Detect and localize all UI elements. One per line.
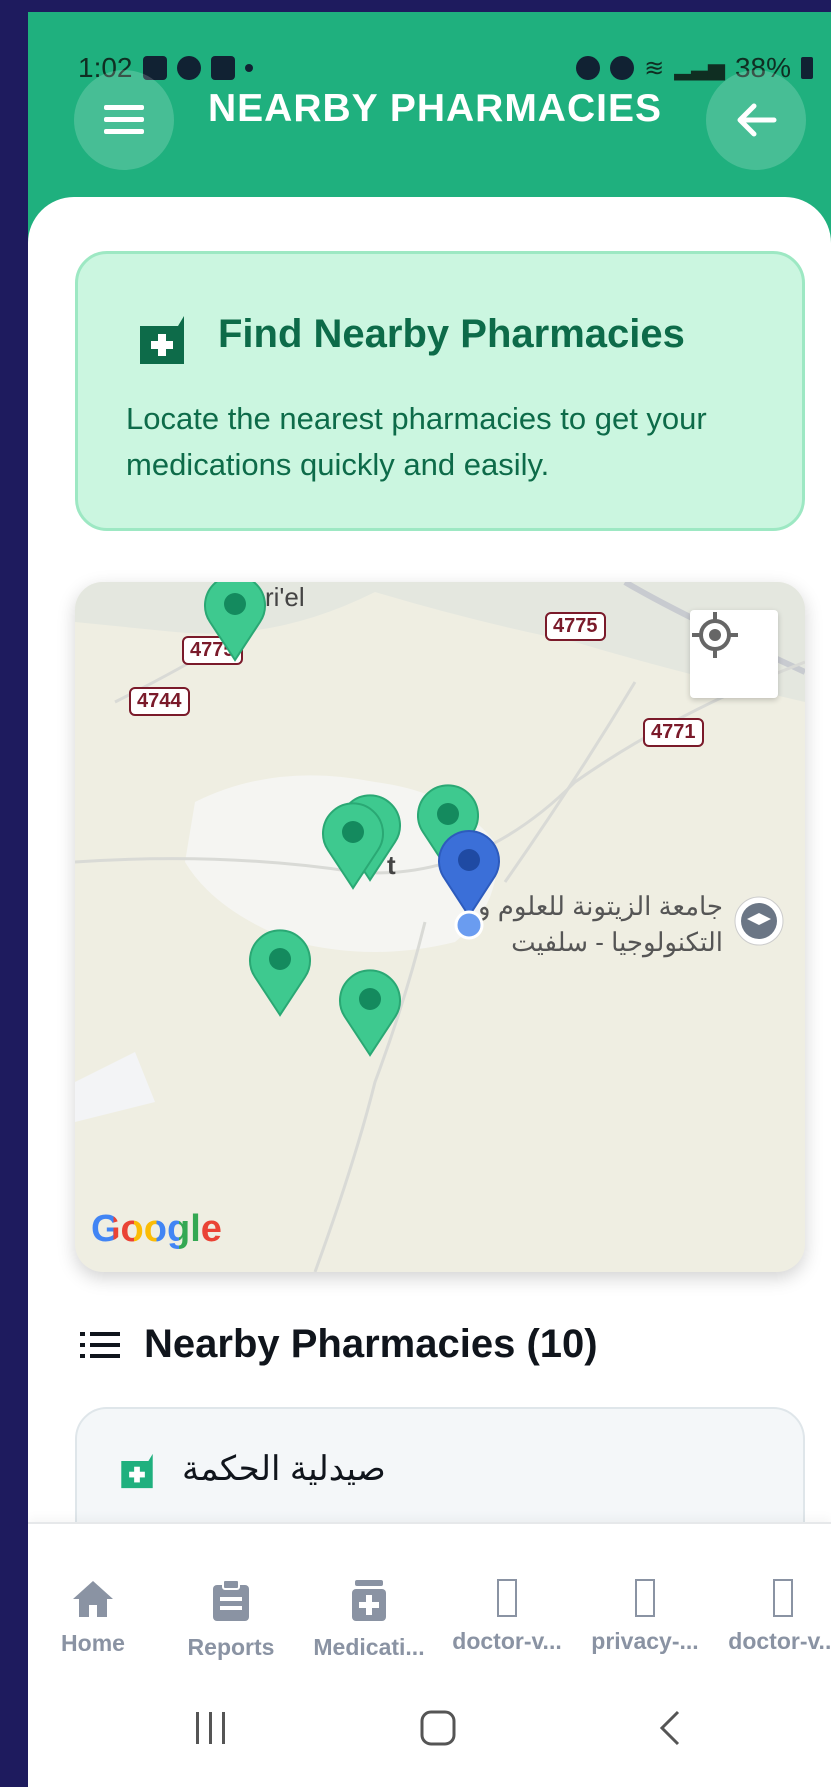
nav-label: Reports (187, 1634, 275, 1660)
back-system-icon[interactable] (650, 1708, 690, 1748)
system-navigation-bar (28, 1682, 831, 1787)
app-notification-icon (176, 56, 201, 80)
road-label: 4775 (545, 612, 606, 641)
nav-label: privacy-... (591, 1628, 699, 1654)
pharmacy-list-title: Nearby Pharmacies (10) (144, 1322, 598, 1366)
list-icon (80, 1331, 120, 1358)
pharmacy-marker[interactable] (320, 800, 386, 890)
info-card: Find Nearby Pharmacies Locate the neares… (75, 251, 805, 531)
map-view[interactable]: 4775 4775 4744 4771 ri'el t جامعة الزيتو… (75, 582, 805, 1272)
crosshair-icon (692, 612, 738, 658)
arrow-left-icon (737, 103, 777, 137)
recent-apps-icon[interactable] (191, 1708, 231, 1748)
back-button[interactable] (706, 70, 806, 170)
medication-icon (352, 1580, 386, 1621)
user-location-marker[interactable] (433, 830, 505, 940)
road-label: 4744 (129, 687, 190, 716)
nav-label: doctor-v... (728, 1628, 831, 1654)
clipboard-icon (213, 1579, 249, 1621)
phone-screen: 1:02 ≋ ▂▃▅ 38% NEARBY PHARMACIES Find Ne… (28, 12, 831, 1787)
pharmacy-icon (121, 1453, 153, 1489)
nav-reports[interactable]: Reports (166, 1579, 296, 1661)
check-notification-icon (210, 56, 235, 80)
more-notifications-icon (244, 64, 253, 72)
nav-privacy[interactable]: privacy-... (580, 1579, 710, 1655)
pharmacy-list-header: Nearby Pharmacies (10) (80, 1322, 598, 1367)
home-icon (73, 1581, 113, 1617)
signal-icon: ▂▃▅ (674, 55, 725, 80)
nav-doctor-view[interactable]: doctor-v... (718, 1579, 831, 1655)
menu-button[interactable] (74, 70, 174, 170)
battery-icon (801, 57, 813, 79)
pharmacy-marker[interactable] (247, 927, 313, 1017)
page-title: NEARBY PHARMACIES (208, 87, 662, 130)
nav-label: doctor-v... (452, 1628, 562, 1654)
pharmacy-name: صيدلية الحكمة (182, 1450, 386, 1488)
wifi-icon: ≋ (644, 54, 665, 82)
status-bar: 1:02 ≋ ▂▃▅ 38% (78, 48, 813, 88)
university-poi-icon[interactable] (733, 895, 785, 947)
nav-label: Medicati... (313, 1634, 425, 1660)
bottom-navigation: Home Reports Medicati... doctor-v... pri… (28, 1522, 831, 1684)
pharmacy-marker[interactable] (337, 967, 403, 1057)
alarm-icon (576, 56, 601, 80)
my-location-button[interactable] (690, 610, 778, 698)
missing-icon (497, 1579, 517, 1617)
nav-home[interactable]: Home (28, 1579, 158, 1657)
pharmacy-icon (140, 316, 184, 364)
pharmacy-marker[interactable] (202, 582, 268, 662)
info-card-description: Locate the nearest pharmacies to get you… (126, 401, 707, 482)
hamburger-icon (104, 105, 144, 134)
road-label: 4771 (643, 718, 704, 747)
missing-icon (773, 1579, 793, 1617)
nav-medications[interactable]: Medicati... (304, 1579, 434, 1661)
info-card-title: Find Nearby Pharmacies (218, 312, 685, 356)
google-attribution: Google (91, 1208, 222, 1250)
map-place-label: ri'el (265, 582, 305, 612)
nav-doctor-visits[interactable]: doctor-v... (442, 1579, 572, 1655)
home-system-icon[interactable] (418, 1708, 458, 1748)
location-icon (610, 56, 635, 80)
nav-label: Home (61, 1630, 125, 1656)
missing-icon (635, 1579, 655, 1617)
